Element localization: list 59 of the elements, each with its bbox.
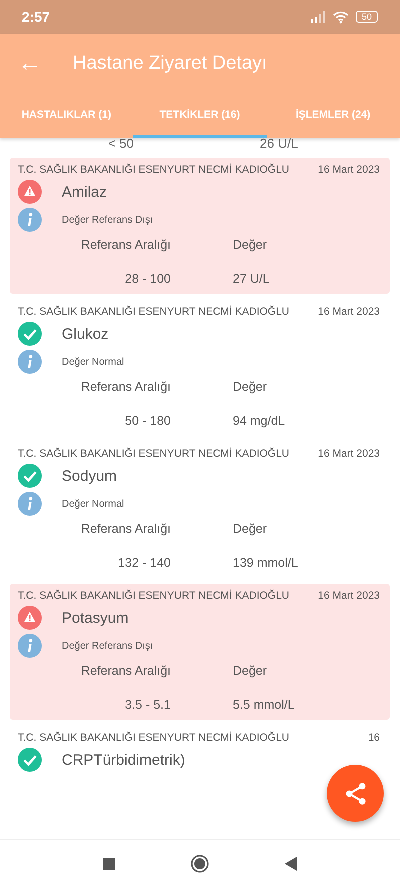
status-note: Değer Referans Dışı — [62, 214, 154, 226]
hospital-name: T.C. SAĞLIK BAKANLIĞI ESENYURT NECMİ KADIOĞLU — [18, 448, 290, 460]
test-date: 16 Mart 2023 — [318, 306, 380, 318]
reference-range-value: 28 - 100 — [125, 272, 171, 286]
test-value: 27 U/L — [233, 272, 270, 286]
back-nav-button[interactable] — [285, 857, 297, 871]
wifi-icon — [332, 10, 349, 24]
info-icon — [18, 492, 42, 516]
test-card[interactable]: T.C. SAĞLIK BAKANLIĞI ESENYURT NECMİ KADIOĞLU 16 Mart 2023 Amilaz Değer Referans Dışı Referans Aralığı Değer 28 - 100 27 U/L — [10, 158, 390, 294]
hospital-name: T.C. SAĞLIK BAKANLIĞI ESENYURT NECMİ KADIOĞLU — [18, 164, 290, 176]
reference-range-value: < 50 — [108, 138, 134, 152]
hospital-name: T.C. SAĞLIK BAKANLIĞI ESENYURT NECMİ KADIOĞLU — [18, 732, 290, 744]
test-date: 16 Mart 2023 — [318, 448, 380, 460]
column-label: Referans Aralığı — [81, 238, 171, 252]
status-note: Değer Normal — [62, 356, 124, 368]
test-value: 139 mmol/L — [233, 556, 298, 570]
info-icon — [18, 350, 42, 374]
test-date: 16 Mart 2023 — [318, 164, 380, 176]
column-label: Değer — [233, 522, 268, 536]
screen-title: Hastane Ziyaret Detayı — [73, 53, 268, 75]
test-name: Sodyum — [62, 468, 118, 484]
test-card[interactable]: T.C. SAĞLIK BAKANLIĞI ESENYURT NECMİ KADIOĞLU 16 CRPTürbidimetrik) — [10, 726, 390, 780]
column-label: Referans Aralığı — [81, 664, 171, 678]
info-icon — [18, 634, 42, 658]
test-value: 26 U/L — [260, 138, 298, 152]
test-card[interactable]: T.C. SAĞLIK BAKANLIĞI ESENYURT NECMİ KADIOĞLU 16 Mart 2023 Potasyum Değer Referans Dışı Referans Aralığı Değer 3.5 - 5.1 5.5 mmol/L — [10, 584, 390, 720]
battery-indicator: 50 — [356, 11, 378, 23]
test-card[interactable]: T.C. SAĞLIK BAKANLIĞI ESENYURT NECMİ KADIOĞLU 16 Mart 2023 Sodyum Değer Normal Referans Aralığı Değer 132 - 140 139 mmol/L — [10, 442, 390, 578]
checkmark-icon — [18, 322, 42, 346]
test-card[interactable]: T.C. SAĞLIK BAKANLIĞI ESENYURT NECMİ KADIOĞLU 16 Mart 2023 Glukoz Değer Normal Referans Aralığı Değer 50 - 180 94 mg/dL — [10, 300, 390, 436]
test-date: 16 Mart 2023 — [318, 590, 380, 602]
reference-range-value: 132 - 140 — [118, 556, 171, 570]
hospital-name: T.C. SAĞLIK BAKANLIĞI ESENYURT NECMİ KADIOĞLU — [18, 590, 290, 602]
test-name: Glukoz — [62, 326, 109, 342]
checkmark-icon — [18, 748, 42, 772]
test-name: Potasyum — [62, 610, 129, 626]
status-note: Değer Referans Dışı — [62, 640, 154, 652]
column-label: Referans Aralığı — [81, 380, 171, 394]
test-name: Amilaz — [62, 184, 108, 200]
share-button[interactable] — [327, 765, 384, 822]
signal-icon — [310, 11, 326, 23]
test-date: 16 — [368, 732, 380, 744]
status-note: Değer Normal — [62, 498, 124, 510]
test-name: CRPTürbidimetrik) — [62, 752, 186, 768]
column-label: Değer — [233, 664, 268, 678]
hospital-name: T.C. SAĞLIK BAKANLIĞI ESENYURT NECMİ KADIOĞLU — [18, 306, 290, 318]
test-value: 94 mg/dL — [233, 414, 286, 428]
column-label: Referans Aralığı — [81, 522, 171, 536]
warning-icon — [18, 180, 42, 204]
column-label: Değer — [233, 238, 268, 252]
home-button[interactable] — [191, 855, 209, 873]
reference-range-value: 3.5 - 5.1 — [125, 698, 171, 712]
reference-range-value: 50 - 180 — [125, 414, 171, 428]
column-label: Değer — [233, 380, 268, 394]
warning-icon — [18, 606, 42, 630]
info-icon — [18, 208, 42, 232]
checkmark-icon — [18, 464, 42, 488]
test-value: 5.5 mmol/L — [233, 698, 295, 712]
clock: 2:57 — [22, 9, 50, 25]
